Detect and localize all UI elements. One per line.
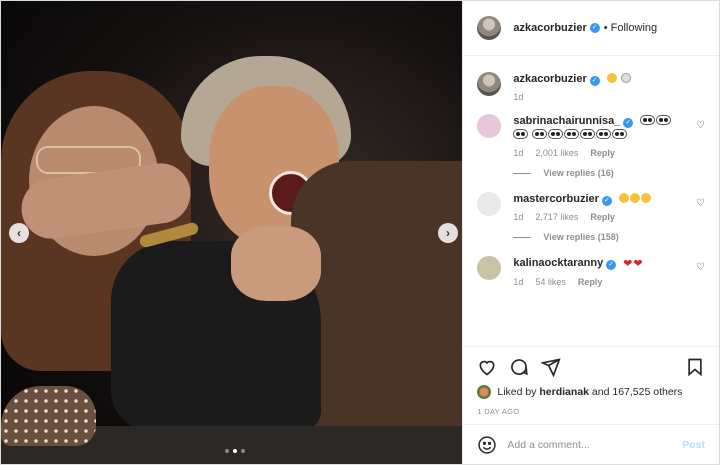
emoji-icon[interactable] [477, 435, 497, 455]
comment-input[interactable]: Add a comment... [507, 439, 682, 451]
comment-time: 1d [513, 212, 524, 222]
likes-summary[interactable]: Liked by herdianak and 167,525 others [477, 385, 705, 399]
caption-username[interactable]: azkacorbuzier [513, 73, 586, 85]
comment-username[interactable]: mastercorbuzier [513, 193, 599, 205]
reply-button[interactable]: Reply [590, 148, 615, 158]
eyes-emoji [640, 115, 656, 125]
astonished-emoji [618, 193, 629, 203]
verified-icon: ✓ [589, 23, 600, 33]
comment-icon[interactable] [509, 357, 529, 377]
comment-username[interactable]: sabrinachairunnisa_ [513, 115, 620, 127]
view-replies-label: View replies (16) [543, 168, 614, 178]
reply-button[interactable]: Reply [578, 277, 603, 287]
comment-list: azkacorbuzier✓ 1d sabrinachairunnisa_✓ [463, 56, 719, 346]
caption-time: 1d [513, 92, 524, 102]
astonished-emoji [629, 193, 640, 203]
following-label: Following [610, 22, 658, 34]
cold-face-emoji [606, 73, 617, 83]
comment-time: 1d [513, 277, 524, 287]
likes-user[interactable]: herdianak [539, 386, 589, 398]
chevron-right-icon[interactable]: › [438, 223, 458, 243]
view-replies-label: View replies (158) [543, 232, 619, 242]
comment-username[interactable]: kalinaocktaranny [513, 257, 603, 269]
eyes-emoji [656, 115, 672, 125]
carousel-dot [241, 449, 245, 453]
reply-button[interactable]: Reply [590, 212, 615, 222]
verified-icon: ✓ [623, 118, 634, 128]
verified-icon: ✓ [601, 196, 612, 206]
eyes-emoji [564, 129, 580, 139]
comment-time: 1d [513, 148, 524, 158]
avatar[interactable] [477, 114, 502, 138]
photo-dotted-object [1, 386, 96, 446]
eyes-emoji [513, 129, 529, 139]
divider [513, 236, 532, 238]
skull-emoji [620, 73, 631, 83]
avatar[interactable] [477, 16, 502, 40]
following-button[interactable]: • Following [604, 22, 657, 34]
eyes-emoji [612, 129, 628, 139]
heart-icon[interactable] [477, 357, 497, 377]
share-icon[interactable] [541, 357, 561, 377]
header-username[interactable]: azkacorbuzier [513, 22, 586, 34]
post-photo[interactable]: ‹ › [1, 1, 463, 464]
comment: kalinaocktaranny ✓ ❤❤ 1d 54 likes Reply ♡ [477, 256, 705, 287]
avatar[interactable] [477, 72, 502, 96]
eyes-emoji [580, 129, 596, 139]
divider [513, 172, 532, 174]
view-replies-button[interactable]: View replies (16) [513, 168, 705, 178]
carousel-dot [225, 449, 229, 453]
eyes-emoji [548, 129, 564, 139]
avatar[interactable] [477, 192, 502, 216]
avatar[interactable] [477, 385, 492, 399]
comment-likes[interactable]: 54 likes [535, 277, 566, 287]
caption: azkacorbuzier ✓ 1d [477, 72, 705, 102]
carousel-dots [225, 449, 245, 453]
bookmark-icon[interactable] [685, 357, 705, 377]
heart-emoji: ❤ [623, 258, 633, 270]
avatar[interactable] [477, 256, 502, 280]
verified-icon: ✓ [606, 260, 617, 270]
heart-icon[interactable]: ♡ [696, 262, 705, 273]
post-timestamp: 1 DAY AGO [477, 407, 520, 416]
action-bar: Liked by herdianak and 167,525 others 1 … [463, 346, 719, 416]
view-replies-button[interactable]: View replies (158) [513, 232, 705, 242]
chevron-left-icon[interactable]: ‹ [9, 223, 29, 243]
photo-hand [231, 226, 321, 301]
comment: sabrinachairunnisa_ ✓ 1d 2,001 likes Repl… [477, 114, 705, 158]
eyes-emoji [596, 129, 612, 139]
comment-likes[interactable]: 2,717 likes [535, 212, 578, 222]
verified-icon: ✓ [589, 76, 600, 86]
post-sidebar: azkacorbuzier ✓ • Following azkacorbuzie… [462, 1, 719, 464]
likes-suffix[interactable]: and 167,525 others [592, 386, 683, 398]
likes-prefix: Liked by [497, 386, 537, 398]
heart-icon[interactable]: ♡ [696, 198, 705, 209]
eyes-emoji [532, 129, 548, 139]
add-comment-bar: Add a comment... Post [463, 424, 719, 464]
post-button[interactable]: Post [682, 439, 705, 451]
carousel-dot-active [233, 449, 237, 453]
instagram-post: ‹ › azkacorbuzier ✓ • Following azkacorb… [0, 0, 720, 465]
scream-emoji [640, 193, 651, 203]
comment: mastercorbuzier ✓ 1d 2,717 likes Reply ♡ [477, 192, 705, 222]
heart-emoji: ❤ [633, 258, 643, 270]
heart-icon[interactable]: ♡ [696, 120, 705, 131]
comment-likes[interactable]: 2,001 likes [535, 148, 578, 158]
post-header: azkacorbuzier ✓ • Following [463, 1, 719, 56]
